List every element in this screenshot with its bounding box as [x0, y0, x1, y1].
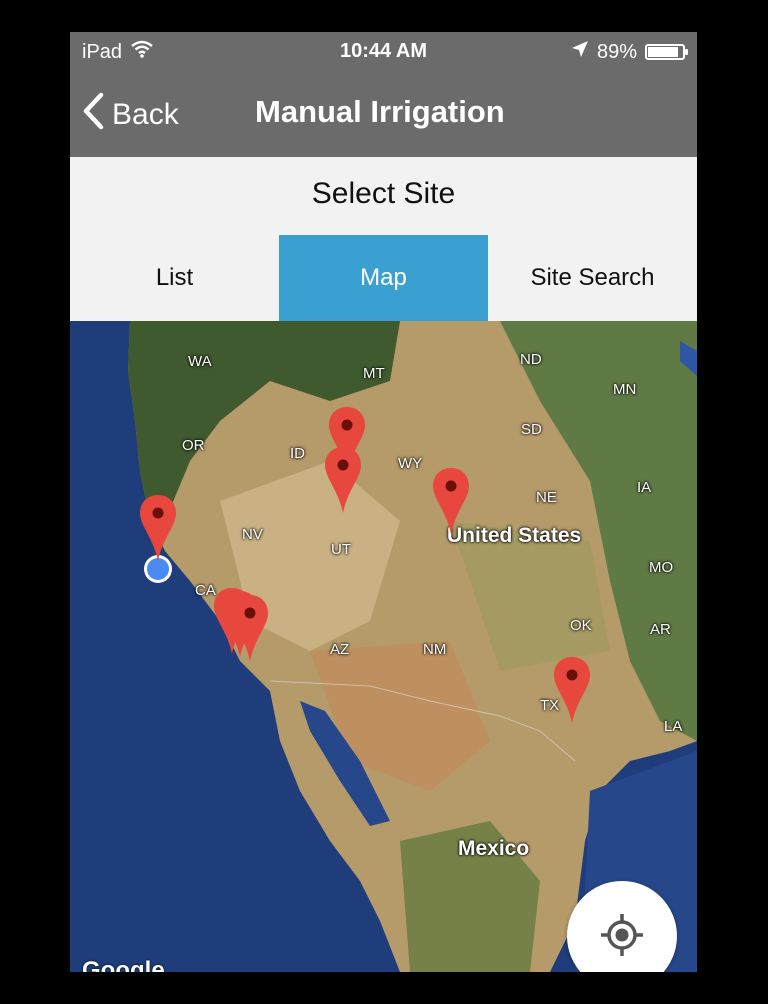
map-label-az: AZ	[330, 641, 350, 658]
crosshair-icon	[601, 914, 643, 956]
map-label-ok: OK	[570, 617, 592, 634]
tab-list[interactable]: List	[70, 235, 279, 321]
map-label-mn: MN	[613, 381, 637, 398]
map-label-la: LA	[664, 718, 683, 735]
site-pin[interactable]	[323, 445, 363, 515]
device-screen: iPad 10:44 AM 89% Back Manual Irrigation…	[70, 32, 697, 972]
select-site-header: Select Site	[70, 157, 697, 235]
map-label-ut: UT	[331, 541, 351, 558]
google-logo: Google	[82, 957, 165, 972]
map-label-mexico: Mexico	[458, 837, 530, 860]
map-label-ia: IA	[637, 479, 652, 496]
map-view[interactable]: WA MT ND MN OR ID WY SD NE IA NV UT Unit…	[70, 321, 697, 972]
map-label-mt: MT	[363, 365, 385, 382]
page-title: Manual Irrigation	[255, 94, 505, 129]
back-label: Back	[112, 98, 179, 131]
map-label-wy: WY	[398, 455, 423, 472]
battery-fill	[648, 47, 679, 57]
map-label-sd: SD	[521, 421, 542, 438]
tab-site-search[interactable]: Site Search	[488, 235, 697, 321]
map-label-nd: ND	[520, 351, 542, 368]
battery-percent: 89%	[596, 40, 637, 63]
site-pin[interactable]	[230, 593, 270, 663]
map-label-mo: MO	[649, 559, 674, 576]
map-label-nv: NV	[242, 526, 263, 543]
map-terrain	[70, 321, 697, 972]
battery-icon	[645, 44, 688, 60]
site-pin[interactable]	[552, 655, 592, 725]
map-label-or: OR	[182, 437, 205, 454]
back-button[interactable]: Back	[82, 92, 179, 138]
map-label-ar: AR	[650, 621, 671, 638]
site-pin[interactable]	[138, 493, 178, 563]
map-label-ne: NE	[536, 489, 557, 506]
map-label-wa: WA	[188, 353, 212, 370]
navigation-bar: Back Manual Irrigation	[70, 72, 697, 157]
chevron-left-icon	[82, 92, 104, 138]
view-tabs: List Map Site Search	[70, 235, 697, 321]
location-arrow-icon	[571, 40, 589, 64]
status-right: 89%	[571, 40, 688, 64]
tab-map[interactable]: Map	[279, 235, 488, 321]
map-label-nm: NM	[423, 641, 447, 658]
map-label-id: ID	[290, 445, 305, 462]
site-pin[interactable]	[431, 466, 471, 536]
status-bar: iPad 10:44 AM 89%	[70, 32, 697, 72]
